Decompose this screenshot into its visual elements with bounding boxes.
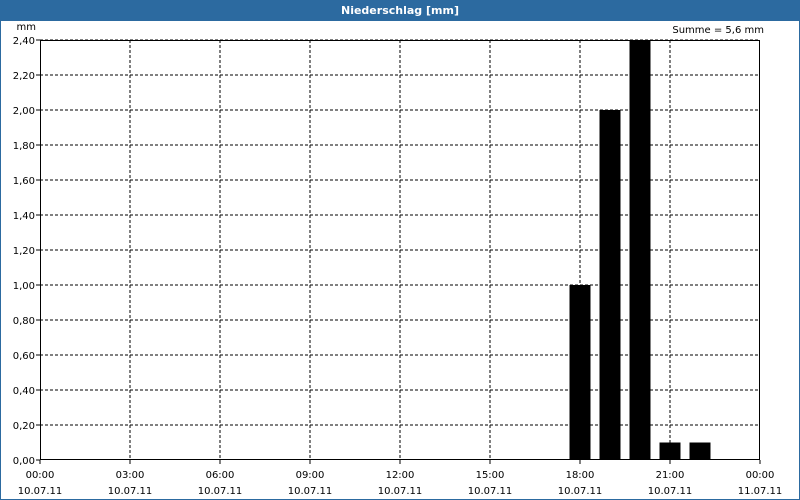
x-tick-date-label: 11.07.11: [738, 486, 783, 497]
x-tick-time-label: 21:00: [656, 470, 685, 481]
precipitation-bar: [569, 285, 591, 460]
x-tick-time-label: 18:00: [566, 470, 595, 481]
y-tick-label: 1,40: [13, 211, 35, 222]
y-tick-label: 0,00: [13, 456, 35, 467]
y-tick-label: 2,40: [13, 36, 35, 47]
precipitation-bar: [629, 40, 651, 460]
x-tick-time-label: 15:00: [476, 470, 505, 481]
x-tick-time-label: 00:00: [26, 470, 55, 481]
x-tick-date-label: 10.07.11: [108, 486, 153, 497]
y-tick-label: 1,20: [13, 246, 35, 257]
x-tick-time-label: 12:00: [386, 470, 415, 481]
y-tick-label: 0,60: [13, 351, 35, 362]
x-tick-date-label: 10.07.11: [198, 486, 243, 497]
x-tick-time-label: 09:00: [296, 470, 325, 481]
y-tick-label: 1,00: [13, 281, 35, 292]
precipitation-bar: [689, 442, 711, 460]
y-tick-label: 1,80: [13, 141, 35, 152]
y-axis-label: mm: [17, 22, 36, 33]
y-tick-label: 0,20: [13, 421, 35, 432]
x-tick-date-label: 10.07.11: [378, 486, 423, 497]
precipitation-bar: [659, 442, 681, 460]
y-tick-label: 2,00: [13, 106, 35, 117]
x-tick-time-label: 00:00: [746, 470, 775, 481]
x-tick-date-label: 10.07.11: [468, 486, 513, 497]
x-tick-time-label: 03:00: [116, 470, 145, 481]
precipitation-chart: 0,00 0,20 0,40 0,60 0,80 1,00 1,20 1,40 1,60 1,80…: [13, 22, 783, 497]
y-tick-label: 0,80: [13, 316, 35, 327]
x-tick-date-label: 10.07.11: [288, 486, 333, 497]
y-tick-label: 0,40: [13, 386, 35, 397]
x-tick-date-label: 10.07.11: [18, 486, 63, 497]
y-tick-label: 2,20: [13, 71, 35, 82]
y-tick-label: 1,60: [13, 176, 35, 187]
x-tick-time-label: 06:00: [206, 470, 235, 481]
x-tick-date-label: 10.07.11: [648, 486, 693, 497]
precipitation-bar: [599, 110, 621, 460]
x-tick-date-label: 10.07.11: [558, 486, 603, 497]
